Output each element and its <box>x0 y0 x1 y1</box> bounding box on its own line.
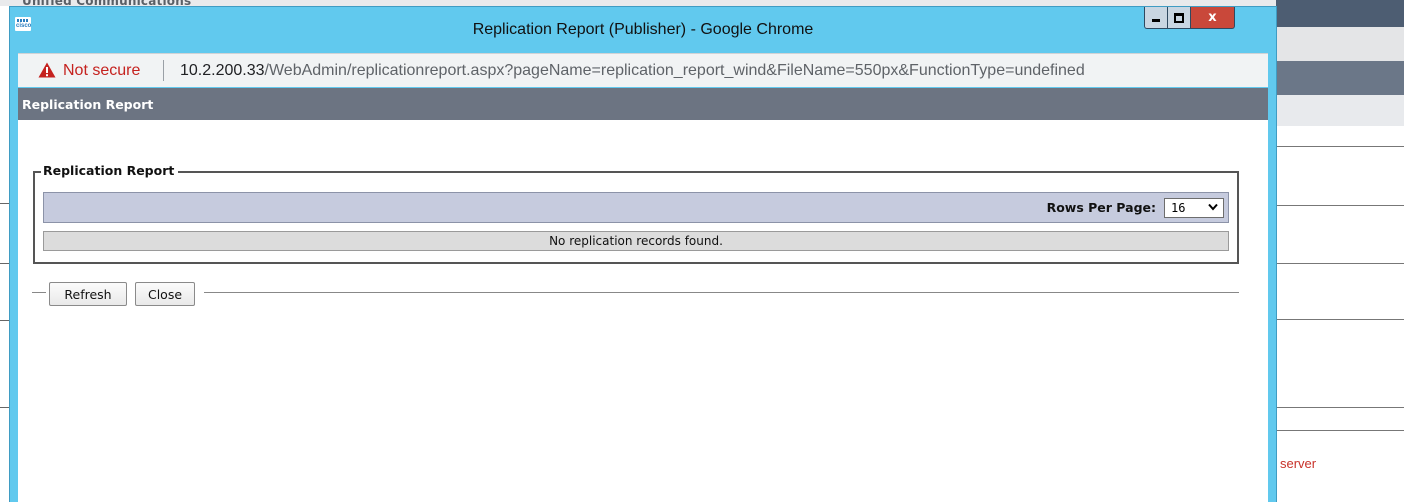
address-bar[interactable]: Not secure 10.2.200.33/WebAdmin/replicat… <box>18 53 1268 87</box>
background-divider <box>1276 407 1404 408</box>
close-window-button[interactable]: x <box>1191 7 1235 29</box>
background-divider <box>1276 263 1404 264</box>
background-subheader <box>1276 95 1404 126</box>
background-divider <box>1276 430 1404 431</box>
url-host: 10.2.200.33 <box>180 62 265 79</box>
empty-records-message: No replication records found. <box>43 231 1229 251</box>
close-button[interactable]: Close <box>135 282 195 306</box>
url-path: /WebAdmin/replicationreport.aspx?pageNam… <box>264 62 1085 79</box>
background-divider <box>1276 205 1404 206</box>
rows-per-page-select[interactable]: 16 <box>1164 198 1224 218</box>
page-header: Replication Report <box>18 88 1268 120</box>
not-secure-label[interactable]: Not secure <box>63 62 140 80</box>
window-controls: x <box>1144 7 1235 29</box>
fieldset-legend: Replication Report <box>41 163 179 178</box>
page-title: Replication Report <box>22 96 154 112</box>
button-row-divider-left <box>32 292 46 293</box>
chevron-down-icon <box>1208 203 1218 211</box>
button-row-divider <box>204 292 1239 293</box>
rows-per-page-value: 16 <box>1171 201 1186 215</box>
maximize-button[interactable] <box>1168 7 1191 29</box>
background-nav-bar <box>1276 61 1404 95</box>
close-icon: x <box>1208 10 1217 25</box>
minimize-icon <box>1152 19 1160 22</box>
warning-icon <box>38 62 56 78</box>
rows-per-page-label: Rows Per Page: <box>1046 200 1156 215</box>
window-titlebar[interactable]: cisco Replication Report (Publisher) - G… <box>10 7 1276 52</box>
replication-report-fieldset: Replication Report Rows Per Page: 16 No … <box>33 163 1239 264</box>
rows-per-page-bar: Rows Per Page: 16 <box>43 192 1229 223</box>
url-text[interactable]: 10.2.200.33/WebAdmin/replicationreport.a… <box>180 62 1085 80</box>
background-server-link[interactable]: server <box>1280 456 1316 471</box>
popup-window: cisco Replication Report (Publisher) - G… <box>10 7 1276 502</box>
background-divider <box>1276 319 1404 320</box>
background-top-strip: Unified Communications <box>0 0 1404 8</box>
background-header <box>1276 0 1404 27</box>
page-content: Replication Report Replication Report Ro… <box>18 88 1268 502</box>
background-menu-bar <box>1276 27 1404 61</box>
address-separator <box>163 60 164 81</box>
window-title: Replication Report (Publisher) - Google … <box>472 21 814 38</box>
minimize-button[interactable] <box>1144 7 1168 29</box>
background-divider <box>1276 146 1404 147</box>
refresh-button[interactable]: Refresh <box>49 282 127 306</box>
maximize-icon <box>1174 12 1184 23</box>
